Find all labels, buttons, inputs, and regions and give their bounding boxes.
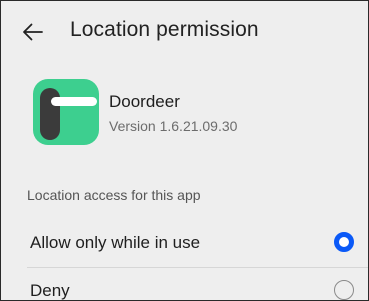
back-button[interactable]	[21, 20, 45, 44]
app-name: Doordeer	[109, 92, 180, 111]
app-info: Doordeer Version 1.6.21.09.30	[33, 79, 353, 145]
option-allow-while-in-use[interactable]: Allow only while in use	[1, 221, 368, 265]
radio-unselected-icon[interactable]	[334, 280, 354, 300]
doordeer-app-icon	[33, 79, 99, 145]
location-permission-screen: Location permission Doordeer Version 1.6…	[0, 0, 369, 301]
option-deny[interactable]: Deny	[1, 269, 368, 300]
section-label: Location access for this app	[27, 187, 201, 203]
page-title: Location permission	[70, 18, 259, 41]
divider	[27, 267, 368, 268]
radio-selected-icon[interactable]	[334, 232, 354, 252]
arrow-left-icon	[23, 23, 43, 41]
option-label: Allow only while in use	[30, 233, 201, 252]
app-version: Version 1.6.21.09.30	[109, 118, 238, 134]
option-label: Deny	[30, 281, 70, 300]
